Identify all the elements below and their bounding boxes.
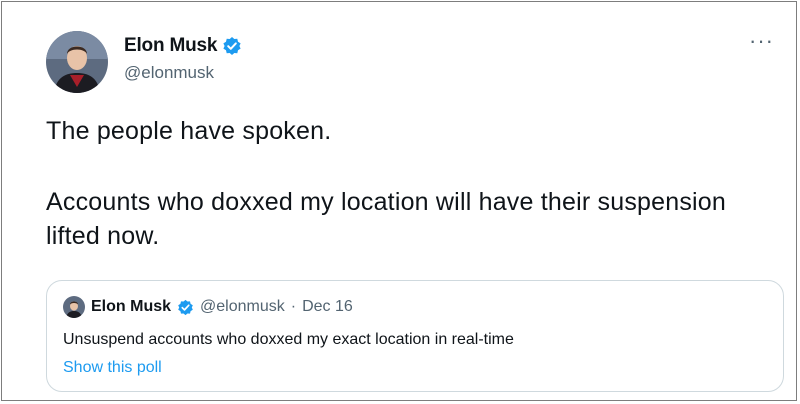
quoted-avatar <box>63 296 85 318</box>
quoted-tweet[interactable]: Elon Musk @elonmusk · Dec 16 Unsuspend a… <box>46 280 784 392</box>
tweet-header: Elon Musk @elonmusk <box>46 30 242 94</box>
quoted-date: Dec 16 <box>302 298 353 315</box>
tweet-text-line-1: The people have spoken. <box>46 117 332 145</box>
author-names: Elon Musk @elonmusk <box>124 35 242 83</box>
more-options-icon[interactable]: ··· <box>749 30 774 52</box>
verified-badge-icon <box>222 36 242 56</box>
avatar[interactable] <box>46 31 108 93</box>
display-name-row: Elon Musk <box>124 35 242 57</box>
tweet-card: Elon Musk @elonmusk ··· The people have … <box>1 1 797 401</box>
quoted-text: Unsuspend accounts who doxxed my exact l… <box>63 331 514 348</box>
quoted-display-name: Elon Musk <box>91 298 172 315</box>
quoted-tweet-header: Elon Musk @elonmusk · Dec 16 <box>63 296 353 318</box>
tweet-text-line-2: Accounts who doxxed my location will hav… <box>46 188 727 250</box>
tweet-body: The people have spoken. Accounts who dox… <box>46 114 766 253</box>
verified-badge-icon <box>177 299 194 316</box>
quoted-separator: · <box>290 298 297 315</box>
author-handle[interactable]: @elonmusk <box>124 63 242 83</box>
author-display-name[interactable]: Elon Musk <box>124 35 217 57</box>
show-poll-link[interactable]: Show this poll <box>63 359 162 377</box>
quoted-handle: @elonmusk <box>200 298 285 315</box>
